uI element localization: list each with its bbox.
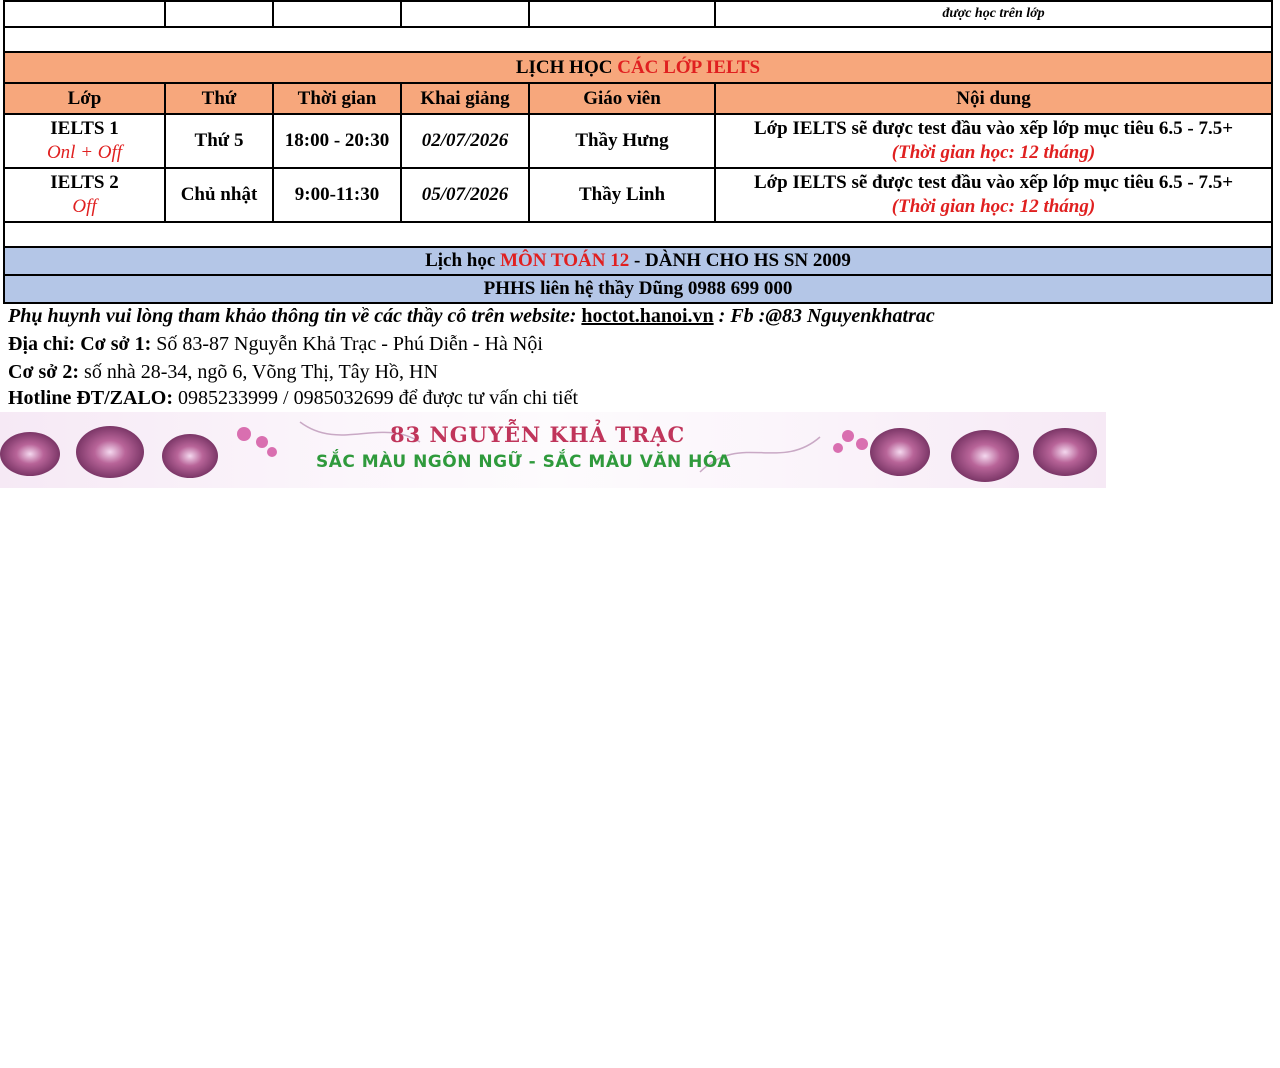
website-line: Phụ huynh vui lòng tham khảo thông tin v… — [8, 305, 935, 327]
start-date-cell: 05/07/2026 — [400, 167, 530, 223]
ielts-title-row: LỊCH HỌC CÁC LỚP IELTS — [3, 51, 1273, 84]
table-row: IELTS 1 Onl + Off Thứ 5 18:00 - 20:30 02… — [3, 113, 1273, 169]
class-cell: IELTS 2 Off — [3, 167, 166, 223]
time-cell: 9:00-11:30 — [272, 167, 402, 223]
math-title: Lịch học MÔN TOÁN 12 - DÀNH CHO HS SN 20… — [3, 246, 1273, 276]
ielts-title: LỊCH HỌC CÁC LỚP IELTS — [3, 51, 1273, 84]
day-cell: Chủ nhật — [164, 167, 274, 223]
hotline-line: Hotline ĐT/ZALO: 0985233999 / 0985032699… — [8, 387, 578, 409]
day-cell: Thứ 5 — [164, 113, 274, 169]
previous-row-fragment: được học trên lớp — [3, 0, 1273, 28]
banner-title: 83 NGUYỄN KHẢ TRẠC — [390, 422, 686, 447]
schedule-table: được học trên lớp LỊCH HỌC CÁC LỚP IELTS… — [3, 0, 1273, 304]
previous-row-text: được học trên lớp — [714, 0, 1273, 28]
header-lop: Lớp — [3, 82, 166, 115]
header-thoi-gian: Thời gian — [272, 82, 402, 115]
start-date-cell: 02/07/2026 — [400, 113, 530, 169]
content-cell: Lớp IELTS sẽ được test đầu vào xếp lớp m… — [714, 113, 1273, 169]
table-row: IELTS 2 Off Chủ nhật 9:00-11:30 05/07/20… — [3, 167, 1273, 223]
math-title-row: Lịch học MÔN TOÁN 12 - DÀNH CHO HS SN 20… — [3, 246, 1273, 276]
orchid-banner: 83 NGUYỄN KHẢ TRẠC SẮC MÀU NGÔN NGỮ - SẮ… — [0, 412, 1106, 488]
address-line-2: Cơ sở 2: số nhà 28-34, ngõ 6, Võng Thị, … — [8, 361, 438, 383]
time-cell: 18:00 - 20:30 — [272, 113, 402, 169]
schedule-sheet: được học trên lớp LỊCH HỌC CÁC LỚP IELTS… — [3, 0, 1273, 304]
spacer-row — [3, 26, 1273, 53]
spacer-row — [3, 221, 1273, 248]
teacher-cell: Thầy Hưng — [528, 113, 716, 169]
teacher-cell: Thầy Linh — [528, 167, 716, 223]
header-thu: Thứ — [164, 82, 274, 115]
header-khai-giang: Khai giảng — [400, 82, 530, 115]
class-cell: IELTS 1 Onl + Off — [3, 113, 166, 169]
ielts-header-row: Lớp Thứ Thời gian Khai giảng Giáo viên N… — [3, 82, 1273, 115]
math-contact-row: PHHS liên hệ thầy Dũng 0988 699 000 — [3, 274, 1273, 304]
math-contact: PHHS liên hệ thầy Dũng 0988 699 000 — [3, 274, 1273, 304]
header-noi-dung: Nội dung — [714, 82, 1273, 115]
content-cell: Lớp IELTS sẽ được test đầu vào xếp lớp m… — [714, 167, 1273, 223]
banner-slogan: SẮC MÀU NGÔN NGỮ - SẮC MÀU VĂN HÓA — [316, 452, 732, 472]
header-giao-vien: Giáo viên — [528, 82, 716, 115]
address-line-1: Địa chỉ: Cơ sở 1: Số 83-87 Nguyễn Khả Tr… — [8, 333, 543, 355]
website-link[interactable]: hoctot.hanoi.vn — [581, 305, 713, 327]
footer-info: Phụ huynh vui lòng tham khảo thông tin v… — [8, 303, 935, 411]
